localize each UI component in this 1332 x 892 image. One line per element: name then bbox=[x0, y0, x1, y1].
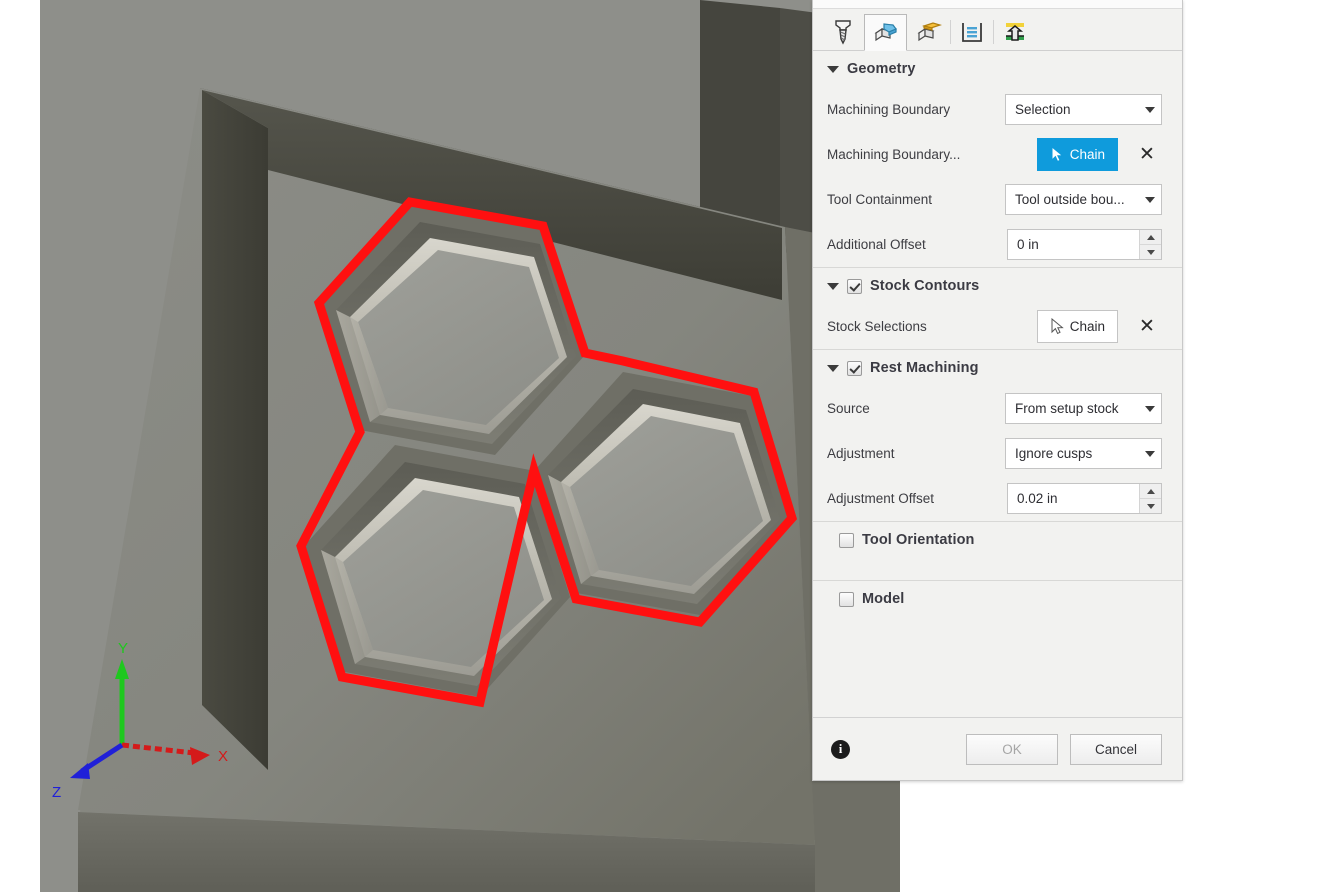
row-machining-boundary: Machining Boundary Selection bbox=[813, 87, 1182, 132]
geometry-box-icon bbox=[874, 22, 897, 41]
row-adjustment-offset: Adjustment Offset 0.02 in bbox=[813, 476, 1182, 521]
svg-text:Z: Z bbox=[52, 784, 61, 801]
section-title-stock-contours: Stock Contours bbox=[870, 278, 980, 294]
svg-text:Y: Y bbox=[118, 640, 128, 657]
row-stock-selections: Stock Selections Chain ✕ bbox=[813, 304, 1182, 349]
adjustment-offset-stepper[interactable] bbox=[1139, 484, 1161, 513]
section-header-rest-machining[interactable]: Rest Machining bbox=[813, 350, 1182, 386]
dialog-body: Geometry Machining Boundary Selection Ma… bbox=[813, 51, 1182, 717]
section-tool-orientation: Tool Orientation bbox=[813, 521, 1182, 580]
triangle-down-icon bbox=[1146, 249, 1155, 255]
label-machining-boundary: Machining Boundary bbox=[827, 102, 951, 117]
stepper-down-button[interactable] bbox=[1140, 244, 1161, 259]
section-header-geometry[interactable]: Geometry bbox=[813, 51, 1182, 87]
label-source: Source bbox=[827, 401, 870, 416]
section-geometry: Geometry Machining Boundary Selection Ma… bbox=[813, 51, 1182, 267]
section-header-stock-contours[interactable]: Stock Contours bbox=[813, 268, 1182, 304]
tool-orientation-checkbox[interactable] bbox=[839, 532, 854, 548]
dialog-top-strip bbox=[813, 0, 1182, 9]
cancel-button[interactable]: Cancel bbox=[1070, 733, 1162, 765]
label-adjustment: Adjustment bbox=[827, 446, 895, 461]
model-checkbox[interactable] bbox=[839, 591, 854, 607]
dialog-tabstrip bbox=[813, 9, 1182, 51]
heights-tab[interactable] bbox=[907, 13, 950, 50]
section-header-tool-orientation[interactable]: Tool Orientation bbox=[813, 522, 1182, 558]
label-machining-boundary-selection: Machining Boundary... bbox=[827, 147, 961, 162]
ok-button[interactable]: OK bbox=[966, 733, 1058, 765]
stepper-down-button[interactable] bbox=[1140, 498, 1161, 513]
rest-machining-checkbox[interactable] bbox=[847, 360, 862, 376]
svg-text:X: X bbox=[218, 748, 228, 765]
triangle-down-icon bbox=[1146, 503, 1155, 509]
label-adjustment-offset: Adjustment Offset bbox=[827, 491, 935, 506]
cursor-select-icon bbox=[1051, 318, 1064, 335]
triangle-up-icon bbox=[1146, 234, 1155, 240]
label-tool-containment: Tool Containment bbox=[827, 192, 933, 207]
additional-offset-field[interactable]: 0 in bbox=[1007, 229, 1162, 260]
linking-icon bbox=[1005, 23, 1024, 41]
machining-boundary-clear-button[interactable]: ✕ bbox=[1132, 140, 1162, 170]
machining-boundary-chain-button[interactable]: Chain bbox=[1036, 138, 1118, 171]
dialog-footer: i OK Cancel bbox=[813, 717, 1182, 780]
geometry-tab[interactable] bbox=[864, 14, 907, 51]
triangle-up-icon bbox=[1146, 488, 1155, 494]
section-title-model: Model bbox=[862, 591, 905, 607]
chevron-down-icon bbox=[827, 280, 839, 292]
tool-containment-value: Tool outside bou... bbox=[1015, 192, 1125, 207]
source-select[interactable]: From setup stock bbox=[1005, 393, 1162, 424]
label-additional-offset: Additional Offset bbox=[827, 237, 926, 252]
stock-selections-clear-button[interactable]: ✕ bbox=[1132, 312, 1162, 342]
stock-selections-chain-label: Chain bbox=[1069, 319, 1105, 334]
chevron-down-icon bbox=[1145, 196, 1155, 203]
section-header-model[interactable]: Model bbox=[813, 581, 1182, 617]
chevron-down-icon bbox=[827, 362, 839, 374]
row-adjustment: Adjustment Ignore cusps bbox=[813, 431, 1182, 476]
stepper-up-button[interactable] bbox=[1140, 484, 1161, 498]
row-additional-offset: Additional Offset 0 in bbox=[813, 222, 1182, 267]
machining-boundary-value: Selection bbox=[1015, 102, 1071, 117]
row-tool-containment: Tool Containment Tool outside bou... bbox=[813, 177, 1182, 222]
section-model: Model bbox=[813, 580, 1182, 639]
section-title-geometry: Geometry bbox=[847, 61, 916, 77]
passes-tab[interactable] bbox=[950, 13, 993, 50]
chevron-down-icon bbox=[1145, 106, 1155, 113]
linking-tab[interactable] bbox=[993, 13, 1036, 50]
adjustment-value: Ignore cusps bbox=[1015, 446, 1093, 461]
drill-bit-icon bbox=[834, 20, 851, 45]
tool-containment-select[interactable]: Tool outside bou... bbox=[1005, 184, 1162, 215]
tool-tab[interactable] bbox=[821, 13, 864, 50]
adjustment-offset-value: 0.02 in bbox=[1017, 491, 1058, 506]
cursor-select-icon bbox=[1051, 146, 1064, 163]
additional-offset-value: 0 in bbox=[1017, 237, 1039, 252]
section-rest-machining: Rest Machining Source From setup stock A… bbox=[813, 349, 1182, 521]
section-title-rest-machining: Rest Machining bbox=[870, 360, 979, 376]
passes-layers-icon bbox=[961, 23, 982, 42]
section-title-tool-orientation: Tool Orientation bbox=[862, 532, 975, 548]
section-stock-contours: Stock Contours Stock Selections Chain ✕ bbox=[813, 267, 1182, 349]
operation-settings-dialog: Geometry Machining Boundary Selection Ma… bbox=[812, 0, 1183, 781]
adjustment-select[interactable]: Ignore cusps bbox=[1005, 438, 1162, 469]
app-root: Y X Z Geometry Machining Boundary Select… bbox=[0, 0, 1332, 892]
heights-box-icon bbox=[917, 22, 942, 42]
chevron-down-icon bbox=[1145, 405, 1155, 412]
chevron-down-icon bbox=[1145, 450, 1155, 457]
adjustment-offset-field[interactable]: 0.02 in bbox=[1007, 483, 1162, 514]
info-icon[interactable]: i bbox=[831, 739, 850, 759]
stepper-up-button[interactable] bbox=[1140, 230, 1161, 244]
additional-offset-stepper[interactable] bbox=[1139, 230, 1161, 259]
row-source: Source From setup stock bbox=[813, 386, 1182, 431]
source-value: From setup stock bbox=[1015, 401, 1119, 416]
machining-boundary-chain-label: Chain bbox=[1069, 147, 1105, 162]
row-machining-boundary-selection: Machining Boundary... Chain ✕ bbox=[813, 132, 1182, 177]
stock-contours-checkbox[interactable] bbox=[847, 278, 862, 294]
machining-boundary-select[interactable]: Selection bbox=[1005, 94, 1162, 125]
chevron-down-icon bbox=[827, 63, 839, 75]
label-stock-selections: Stock Selections bbox=[827, 319, 927, 334]
stock-selections-chain-button[interactable]: Chain bbox=[1036, 310, 1118, 343]
